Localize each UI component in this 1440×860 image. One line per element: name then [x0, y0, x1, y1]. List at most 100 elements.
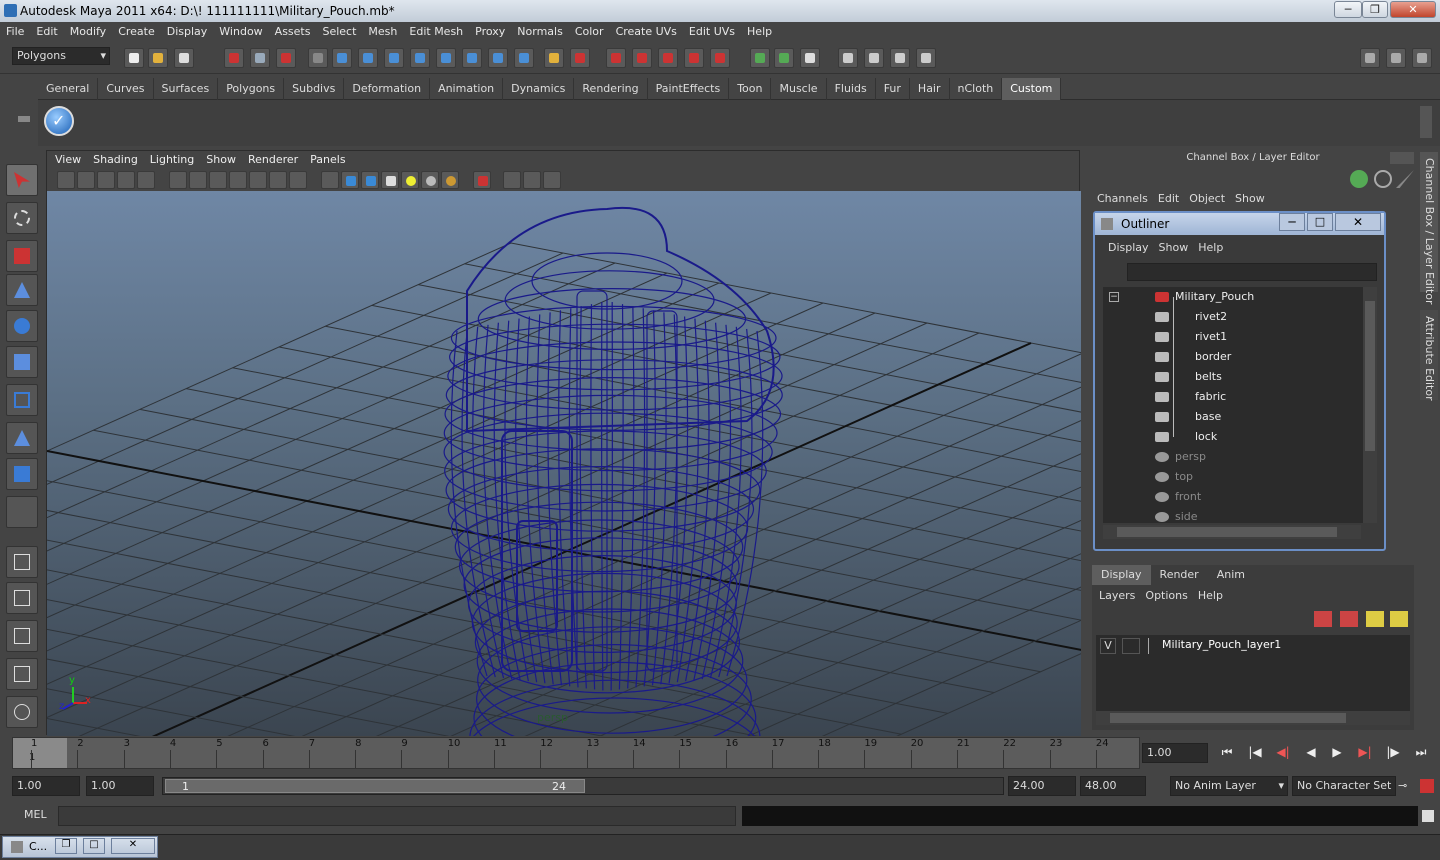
- script-editor-icon[interactable]: [1422, 810, 1434, 822]
- shelf-tab-painteffects[interactable]: PaintEffects: [648, 78, 730, 100]
- layer-menu-layers[interactable]: Layers: [1094, 589, 1140, 602]
- shelf-tab-custom[interactable]: Custom: [1002, 78, 1062, 100]
- menu-edit[interactable]: Edit: [30, 22, 63, 42]
- outliner-minimize-button[interactable]: ─: [1279, 213, 1305, 231]
- outliner-row[interactable]: border: [1103, 347, 1368, 367]
- layer-row[interactable]: V Military_Pouch_layer1: [1096, 637, 1410, 655]
- new-scene-icon[interactable]: [124, 48, 144, 68]
- mel-label[interactable]: MEL: [24, 808, 47, 821]
- step-forward-key-icon[interactable]: |▶: [1382, 741, 1404, 763]
- toggle-channel-box-icon[interactable]: [1412, 48, 1432, 68]
- layer-menu-help[interactable]: Help: [1193, 589, 1228, 602]
- shelf-tab-subdivs[interactable]: Subdivs: [284, 78, 345, 100]
- menu-select[interactable]: Select: [316, 22, 362, 42]
- menu-proxy[interactable]: Proxy: [469, 22, 511, 42]
- shelf-tab-fur[interactable]: Fur: [876, 78, 910, 100]
- toggle-tool-settings-icon[interactable]: [1386, 48, 1406, 68]
- open-scene-icon[interactable]: [148, 48, 168, 68]
- layer-tab-display[interactable]: Display: [1092, 565, 1151, 585]
- shelf-tab-animation[interactable]: Animation: [430, 78, 504, 100]
- shelf-tab-deformation[interactable]: Deformation: [344, 78, 431, 100]
- shelf-menu-icon[interactable]: [18, 116, 30, 122]
- viewport-scene[interactable]: y x z persp: [47, 191, 1081, 736]
- select-component-icon[interactable]: [276, 48, 296, 68]
- select-misc-icon[interactable]: [514, 48, 534, 68]
- channel-box-move-icon[interactable]: [1350, 170, 1368, 188]
- range-handle[interactable]: 1 24: [165, 779, 585, 793]
- menu-mesh[interactable]: Mesh: [362, 22, 403, 42]
- side-tab-channel-box[interactable]: Channel Box / Layer Editor: [1420, 152, 1438, 305]
- input-ops-icon[interactable]: [750, 48, 770, 68]
- snap-view-plane-icon[interactable]: [684, 48, 704, 68]
- minimized-close-button[interactable]: ✕: [111, 838, 155, 854]
- menu-edit-mesh[interactable]: Edit Mesh: [403, 22, 469, 42]
- film-gate-icon[interactable]: [189, 171, 207, 189]
- select-handles-icon[interactable]: [332, 48, 352, 68]
- resolution-gate-icon[interactable]: [209, 171, 227, 189]
- outliner-maximize-button[interactable]: □: [1307, 213, 1333, 231]
- channel-box-rotate-icon[interactable]: [1374, 170, 1392, 188]
- outliner-layout-icon[interactable]: [6, 620, 38, 652]
- vp-menu-show[interactable]: Show: [200, 151, 242, 169]
- play-backwards-icon[interactable]: ◀: [1300, 741, 1322, 763]
- step-back-key-icon[interactable]: |◀: [1244, 741, 1266, 763]
- vp-menu-panels[interactable]: Panels: [304, 151, 351, 169]
- select-tool-icon[interactable]: [6, 164, 38, 196]
- outliner-row[interactable]: fabric: [1103, 387, 1368, 407]
- select-object-icon[interactable]: [250, 48, 270, 68]
- soft-modification-icon[interactable]: [6, 422, 38, 454]
- select-hierarchy-icon[interactable]: [224, 48, 244, 68]
- shelf-tab-general[interactable]: General: [38, 78, 99, 100]
- xray-joints-icon[interactable]: [523, 171, 541, 189]
- show-manipulator-icon[interactable]: [6, 458, 38, 490]
- outliner-row[interactable]: base: [1103, 407, 1368, 427]
- 2d-pan-zoom-icon[interactable]: [137, 171, 155, 189]
- outliner-row-camera[interactable]: top: [1103, 467, 1368, 487]
- menu-color[interactable]: Color: [569, 22, 610, 42]
- select-rendering-icon[interactable]: [488, 48, 508, 68]
- outliner-row[interactable]: rivet1: [1103, 327, 1368, 347]
- playback-start-field[interactable]: 1.00: [86, 776, 154, 796]
- lasso-tool-icon[interactable]: [6, 202, 38, 234]
- checkmark-shelf-icon[interactable]: ✓: [44, 106, 74, 136]
- use-all-lights-icon[interactable]: [401, 171, 419, 189]
- ol-menu-show[interactable]: Show: [1154, 241, 1194, 254]
- animation-start-field[interactable]: 1.00: [12, 776, 80, 796]
- panel-float-close-icon[interactable]: [1390, 152, 1414, 164]
- shadows-icon[interactable]: [421, 171, 439, 189]
- mode-dropdown[interactable]: Polygons ▾: [12, 47, 110, 65]
- snap-grid-icon[interactable]: [606, 48, 626, 68]
- minimize-button[interactable]: ─: [1334, 1, 1362, 18]
- image-plane-icon[interactable]: [117, 171, 135, 189]
- construction-history-icon[interactable]: [800, 48, 820, 68]
- wireframe-icon[interactable]: [321, 171, 339, 189]
- side-tab-attribute-editor[interactable]: Attribute Editor: [1420, 310, 1438, 401]
- select-surfaces-icon[interactable]: [410, 48, 430, 68]
- vp-menu-renderer[interactable]: Renderer: [242, 151, 304, 169]
- cb-menu-channels[interactable]: Channels: [1092, 192, 1153, 205]
- time-ruler[interactable]: 1 1 2 3 4 5 6 7 8 9 10 11 12 13 14 15 16 17 18 19 20 21 22 23 2…: [12, 737, 1140, 769]
- field-chart-icon[interactable]: [249, 171, 267, 189]
- snap-curve-icon[interactable]: [632, 48, 652, 68]
- shelf-tab-toon[interactable]: Toon: [729, 78, 772, 100]
- universal-manipulator-icon[interactable]: [6, 384, 38, 416]
- menu-edit-uvs[interactable]: Edit UVs: [683, 22, 741, 42]
- rotate-tool-icon[interactable]: [6, 310, 38, 342]
- playback-end-field[interactable]: 24.00: [1008, 776, 1076, 796]
- create-layer-icon[interactable]: [1366, 611, 1384, 627]
- high-quality-icon[interactable]: [441, 171, 459, 189]
- channel-box-pin-icon[interactable]: [1396, 170, 1414, 188]
- anim-layer-dropdown[interactable]: No Anim Layer ▾: [1170, 776, 1288, 796]
- shelf-tab-ncloth[interactable]: nCloth: [950, 78, 1003, 100]
- scroll-thumb[interactable]: [1110, 713, 1346, 723]
- outliner-row-camera[interactable]: front: [1103, 487, 1368, 507]
- vp-menu-view[interactable]: View: [49, 151, 87, 169]
- move-tool-icon[interactable]: [6, 274, 38, 306]
- shelf-side-handle[interactable]: [0, 78, 38, 146]
- character-set-dropdown[interactable]: No Character Set: [1292, 776, 1396, 796]
- step-back-frame-icon[interactable]: ◀|: [1272, 741, 1294, 763]
- menu-assets[interactable]: Assets: [269, 22, 317, 42]
- layer-hscrollbar[interactable]: [1096, 711, 1410, 725]
- scroll-thumb[interactable]: [1117, 527, 1337, 537]
- collapse-icon[interactable]: −: [1109, 292, 1119, 302]
